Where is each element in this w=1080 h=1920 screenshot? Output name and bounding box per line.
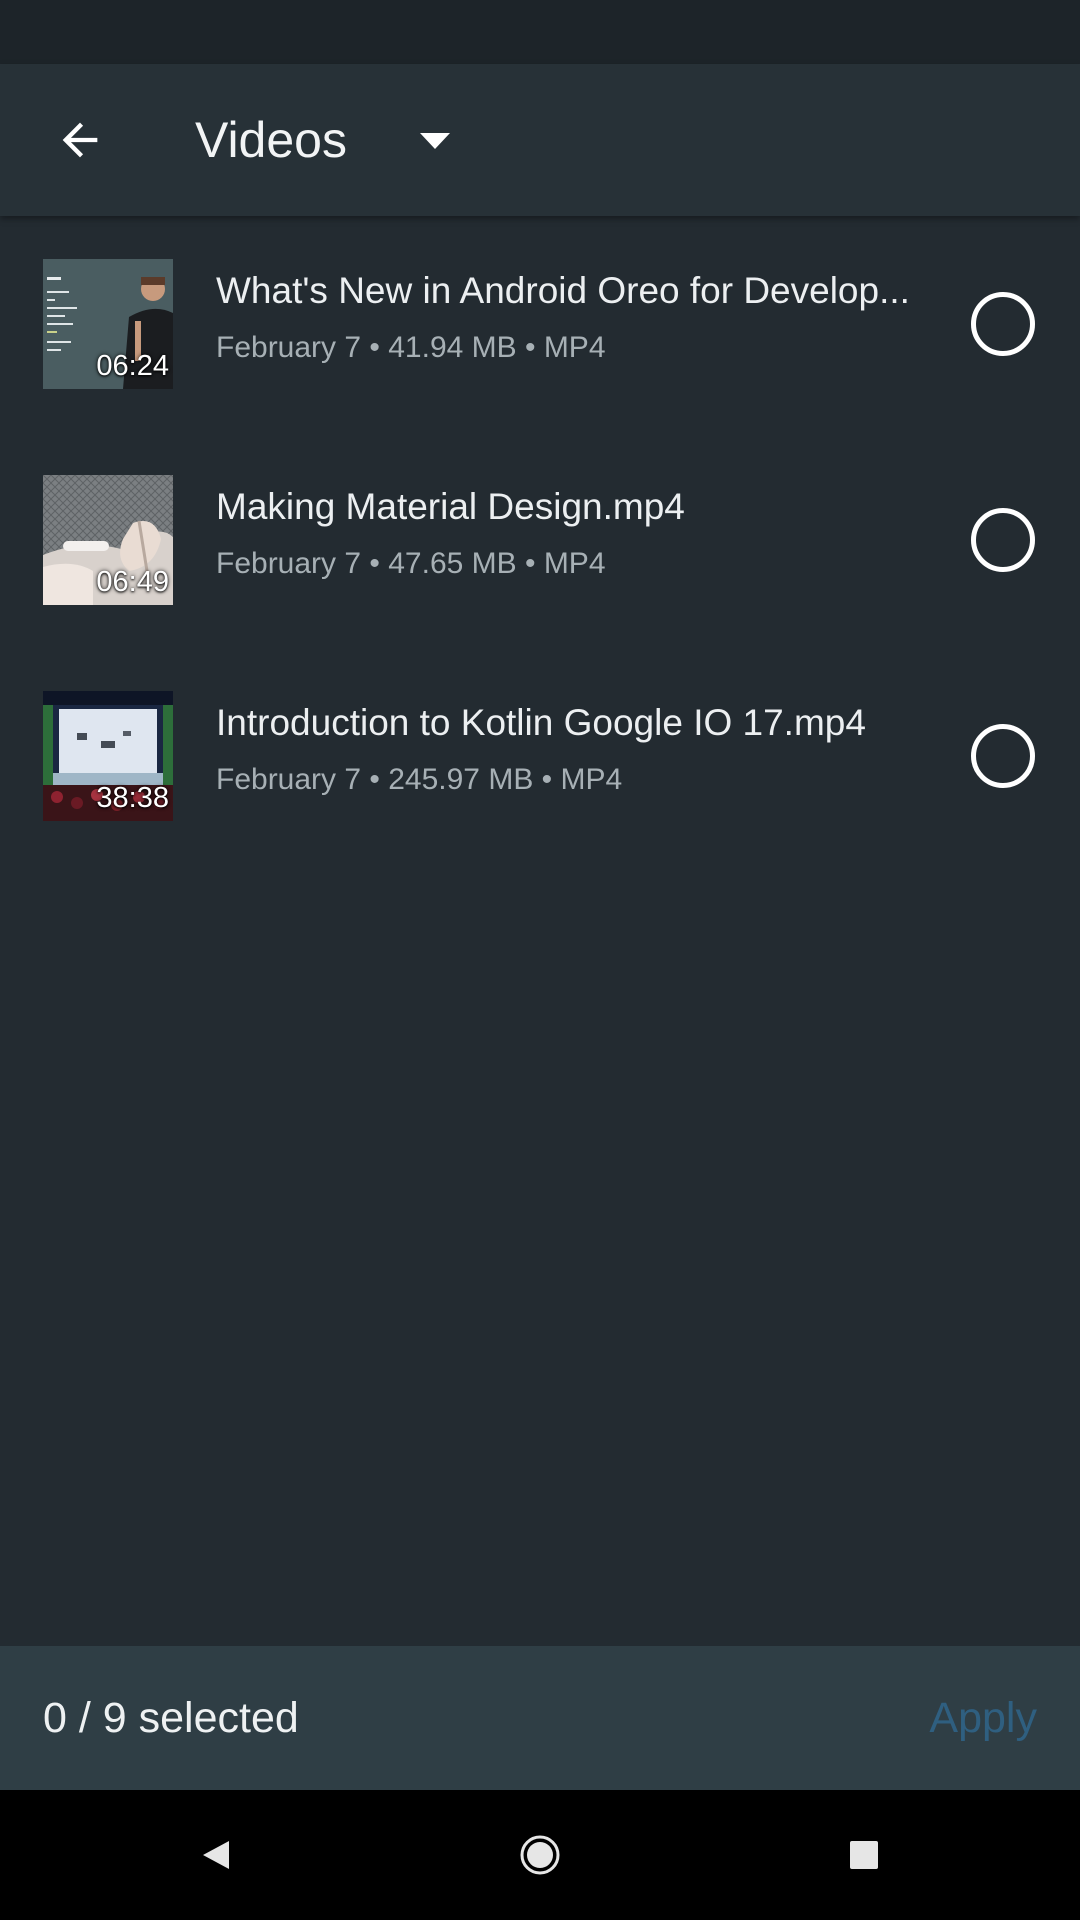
nav-recents-button[interactable]	[824, 1815, 904, 1895]
file-meta: February 7 • 41.94 MB • MP4	[216, 331, 606, 364]
status-bar	[0, 0, 1080, 64]
list-item[interactable]: 06:49 Making Material Design.mp4 Februar…	[0, 432, 1080, 648]
video-thumbnail: 06:49	[43, 475, 173, 605]
list-item[interactable]: 06:24 What's New in Android Oreo for Dev…	[0, 216, 1080, 432]
arrow-drop-down-icon	[420, 133, 450, 149]
nav-home-button[interactable]	[500, 1815, 580, 1895]
file-name: What's New in Android Oreo for Develop..…	[216, 270, 910, 311]
arrow-back-icon	[62, 122, 98, 158]
nav-back-button[interactable]	[176, 1815, 256, 1895]
nav-recents-icon	[850, 1841, 878, 1869]
file-name: Making Material Design.mp4	[216, 486, 685, 527]
page-title: Videos	[195, 112, 347, 168]
video-duration: 38:38	[96, 782, 169, 814]
file-meta: February 7 • 47.65 MB • MP4	[216, 547, 606, 580]
select-radio-button[interactable]	[971, 724, 1035, 788]
video-duration: 06:24	[96, 350, 169, 382]
back-button[interactable]	[36, 96, 124, 184]
selected-count: 0 / 9 selected	[43, 1694, 299, 1742]
file-meta: February 7 • 245.97 MB • MP4	[216, 763, 623, 796]
select-radio-button[interactable]	[971, 292, 1035, 356]
video-list: 06:24 What's New in Android Oreo for Dev…	[0, 216, 1080, 864]
list-item[interactable]: 38:38 Introduction to Kotlin Google IO 1…	[0, 648, 1080, 864]
file-name: Introduction to Kotlin Google IO 17.mp4	[216, 702, 866, 743]
video-duration: 06:49	[96, 566, 169, 598]
system-nav-bar	[0, 1790, 1080, 1920]
nav-back-icon	[203, 1841, 229, 1869]
category-dropdown-button[interactable]	[405, 116, 465, 166]
video-thumbnail: 38:38	[43, 691, 173, 821]
apply-button[interactable]: Apply	[929, 1692, 1037, 1744]
nav-home-icon	[520, 1835, 560, 1875]
selection-bar: 0 / 9 selected Apply	[0, 1646, 1080, 1790]
screen: Videos 06:24 What's New in Android Oreo …	[0, 0, 1080, 1920]
video-thumbnail: 06:24	[43, 259, 173, 389]
app-bar: Videos	[0, 64, 1080, 216]
select-radio-button[interactable]	[971, 508, 1035, 572]
